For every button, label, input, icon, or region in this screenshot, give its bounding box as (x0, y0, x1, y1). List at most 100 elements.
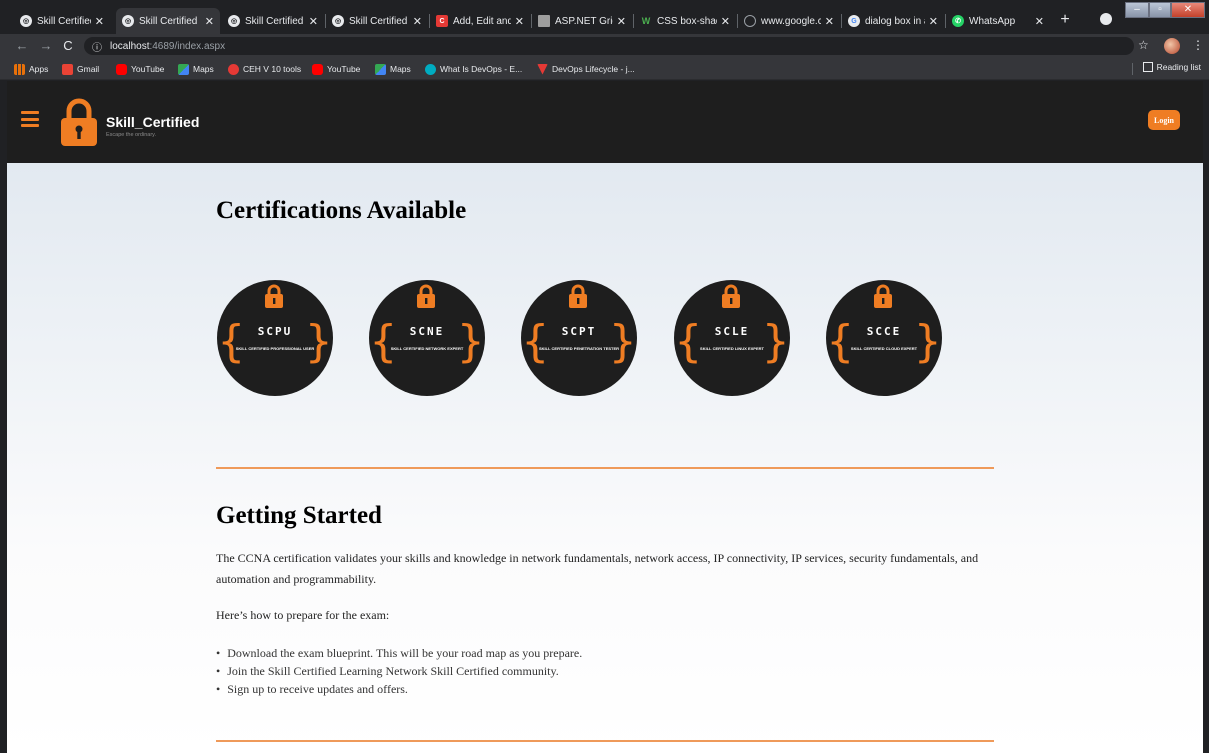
info-icon[interactable]: ⓘ (92, 39, 102, 54)
browser-tab[interactable]: ✆ WhatsApp ✕ (946, 8, 1050, 34)
browser-tab[interactable]: ◎ Skill Certified ✕ (222, 8, 324, 34)
bookmark-apps[interactable]: Apps (14, 62, 48, 76)
apps-grid-icon (14, 63, 25, 75)
cert-badge-scpu[interactable]: {} SCPU SKILL CERTIFIED PROFESSIONAL USE… (217, 280, 333, 396)
bookmark-maps-2[interactable]: Maps (375, 62, 411, 76)
tab-title: ASP.NET GridV (555, 15, 613, 27)
close-tab-icon[interactable]: ✕ (825, 15, 834, 28)
bookmark-maps[interactable]: Maps (178, 62, 214, 76)
bookmark-youtube-2[interactable]: YouTube (312, 62, 360, 76)
bookmarks-separator (1132, 63, 1133, 75)
tab-title: Skill Certified (349, 15, 408, 27)
tab-title: Skill Certified (139, 15, 198, 27)
close-tab-icon[interactable]: ✕ (929, 15, 938, 28)
browser-toolbar: ← → C ⓘ localhost:4689/index.aspx ☆ ⋮ (0, 34, 1209, 58)
url-path: :4689/index.aspx (149, 40, 226, 52)
globe-icon: ◎ (332, 15, 344, 27)
prep-steps-list: Download the exam blueprint. This will b… (216, 644, 582, 698)
close-tab-icon[interactable]: ✕ (413, 15, 422, 28)
browser-tab[interactable]: www.google.co ✕ (738, 8, 840, 34)
tab-title: Skill Certified (245, 15, 304, 27)
whatsapp-icon: ✆ (952, 15, 964, 27)
w3-icon: W (641, 16, 651, 26)
youtube-icon (116, 63, 127, 75)
lock-icon (722, 284, 740, 308)
close-tab-icon[interactable]: ✕ (95, 15, 104, 28)
tab-title: CSS box-shado (657, 15, 717, 27)
browser-tab[interactable]: C Add, Edit and D ✕ (430, 8, 530, 34)
extension-icon[interactable] (1100, 13, 1112, 25)
browser-tab[interactable]: ASP.NET GridV ✕ (532, 8, 632, 34)
bookmark-gmail[interactable]: Gmail (62, 62, 99, 76)
close-window-button[interactable]: ✕ (1171, 2, 1205, 18)
browser-tab[interactable]: W CSS box-shado ✕ (634, 8, 736, 34)
site-tagline: Escape the ordinary. (106, 132, 157, 138)
close-tab-icon[interactable]: ✕ (1035, 15, 1044, 28)
close-tab-icon[interactable]: ✕ (309, 15, 318, 28)
window-controls: – ▫ ✕ (1125, 2, 1205, 18)
maximize-button[interactable]: ▫ (1149, 2, 1171, 18)
globe-icon: ◎ (228, 15, 240, 27)
devops-lifecycle-icon (537, 63, 548, 75)
tab-title: WhatsApp (969, 15, 1016, 27)
minimize-button[interactable]: – (1125, 2, 1149, 18)
bookmark-youtube[interactable]: YouTube (116, 62, 164, 76)
browser-tab[interactable]: ◎ Skill Certified ✕ (14, 8, 110, 34)
close-tab-icon[interactable]: ✕ (721, 15, 730, 28)
url-host: localhost (110, 40, 150, 52)
close-tab-icon[interactable]: ✕ (205, 15, 214, 28)
forward-icon[interactable]: → (38, 38, 54, 54)
cert-name: SKILL CERTIFIED PENETRATION TESTER (538, 346, 620, 351)
maps-icon (375, 63, 386, 75)
bookmark-devops-lifecycle[interactable]: DevOps Lifecycle - j... (537, 62, 635, 76)
site-header: Skill_Certified Escape the ordinary. Log… (7, 81, 1203, 163)
cert-code: SCPU (257, 325, 293, 338)
tab-title: dialog box in a (865, 15, 925, 27)
reload-icon[interactable]: C (60, 38, 76, 54)
youtube-icon (312, 63, 323, 75)
cert-name: SKILL CERTIFIED LINUX EXPERT (700, 346, 764, 351)
bookmarks-bar: Apps Gmail YouTube Maps CEH V 10 tools Y… (0, 58, 1209, 80)
tab-title: Add, Edit and D (453, 15, 511, 27)
bookmark-ceh-tools[interactable]: CEH V 10 tools (228, 62, 301, 76)
hamburger-menu-icon[interactable] (21, 111, 39, 127)
prep-instructions: Here’s how to prepare for the exam: (216, 608, 390, 622)
list-item: Join the Skill Certified Learning Networ… (216, 662, 582, 680)
list-item: Download the exam blueprint. This will b… (216, 644, 582, 662)
cert-name: SKILL CERTIFIED CLOUD EXPERT (850, 346, 918, 351)
gmail-icon (62, 63, 73, 75)
browser-menu-icon[interactable]: ⋮ (1192, 38, 1204, 52)
back-icon[interactable]: ← (14, 38, 30, 54)
grid-icon (538, 15, 550, 27)
address-bar[interactable]: ⓘ localhost:4689/index.aspx (84, 37, 1134, 55)
section-divider (216, 467, 994, 469)
cert-badge-scle[interactable]: {} SCLE SKILL CERTIFIED LINUX EXPERT (674, 280, 790, 396)
profile-avatar[interactable] (1164, 38, 1180, 54)
cert-badge-scpt[interactable]: {} SCPT SKILL CERTIFIED PENETRATION TEST… (521, 280, 637, 396)
lock-icon (569, 284, 587, 308)
cert-code: SCNE (409, 325, 445, 338)
bookmark-devops[interactable]: What Is DevOps - E... (425, 62, 522, 76)
new-tab-button[interactable]: + (1056, 11, 1074, 29)
certifications-heading: Certifications Available (216, 197, 467, 224)
lock-icon (874, 284, 892, 308)
close-tab-icon[interactable]: ✕ (617, 15, 626, 28)
browser-tab-active[interactable]: ◎ Skill Certified ✕ (116, 8, 220, 34)
lock-logo-icon[interactable] (60, 97, 98, 147)
reading-list-icon (1142, 62, 1153, 72)
browser-tab[interactable]: G dialog box in a ✕ (842, 8, 944, 34)
close-tab-icon[interactable]: ✕ (515, 15, 524, 28)
devops-icon (425, 63, 436, 75)
globe-icon: ◎ (20, 15, 32, 27)
globe-icon: ◎ (122, 15, 134, 27)
section-divider (216, 740, 994, 742)
login-button[interactable]: Login (1148, 110, 1180, 130)
browser-tab[interactable]: ◎ Skill Certified ✕ (326, 8, 428, 34)
lock-icon (265, 284, 283, 308)
cert-badge-scne[interactable]: {} SCNE SKILL CERTIFIED NETWORK EXPERT (369, 280, 485, 396)
site-brand-name[interactable]: Skill_Certified (106, 114, 199, 130)
bookmark-star-icon[interactable]: ☆ (1138, 38, 1149, 52)
cert-badge-scce[interactable]: {} SCCE SKILL CERTIFIED CLOUD EXPERT (826, 280, 942, 396)
reading-list-button[interactable]: Reading list (1142, 62, 1201, 72)
getting-started-intro: The CCNA certification validates your sk… (216, 551, 979, 586)
